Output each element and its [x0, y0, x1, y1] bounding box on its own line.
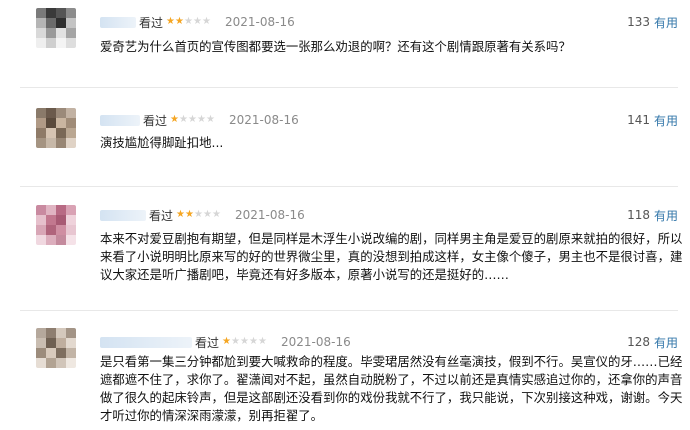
useful-count: 141 — [627, 113, 650, 127]
star-rating: ★ ★ ★ ★ ★ — [170, 115, 215, 125]
review-item: 看过 ★ ★ ★ ★ ★ 2021-08-16 133 有用 爱奇艺为什么首页的宣传图都… — [0, 0, 690, 90]
star-rating: ★ ★ ★ ★ ★ — [166, 17, 211, 27]
useful-count: 118 — [627, 208, 650, 222]
review-date: 2021-08-16 — [281, 335, 351, 349]
review-line: 做了很久的起床铃声，但是这部剧还没看到你的戏份我就不行了，我只能说，下次别接这种… — [100, 390, 683, 405]
star-rating: ★ ★ ★ ★ ★ — [176, 210, 221, 220]
star-filled-icon: ★ — [166, 16, 175, 27]
review-date: 2021-08-16 — [225, 15, 295, 29]
review-item: 看过 ★ ★ ★ ★ ★ 2021-08-16 128 有用 是只看第一集三分钟都尬到要… — [0, 313, 690, 430]
star-empty-icon: ★ — [179, 114, 188, 125]
watch-status: 看过 — [139, 15, 164, 30]
star-empty-icon: ★ — [197, 114, 206, 125]
review-line: 才听过你的情深深雨濛濛，别再拒翟了。 — [100, 408, 324, 423]
avatar[interactable] — [36, 108, 76, 148]
username-redacted[interactable] — [100, 16, 136, 28]
useful-count: 133 — [627, 15, 650, 29]
username-redacted[interactable] — [100, 209, 146, 221]
star-empty-icon: ★ — [231, 336, 240, 347]
watch-status: 看过 — [195, 335, 220, 350]
avatar[interactable] — [36, 328, 76, 368]
star-rating: ★ ★ ★ ★ ★ — [222, 337, 267, 347]
review-line: 爱奇艺为什么首页的宣传图都要选一张那么劝退的啊？还有这个剧情跟原著有关系吗？ — [100, 39, 571, 54]
review-text: 本来不对爱豆剧抱有期望，但是同样是木浮生小说改编的剧，同样男主角是爱豆的剧原来就… — [100, 230, 682, 284]
username-redacted[interactable] — [100, 114, 140, 126]
star-empty-icon: ★ — [240, 336, 249, 347]
useful-button[interactable]: 有用 — [654, 112, 678, 129]
useful-button[interactable]: 有用 — [654, 14, 678, 31]
star-filled-icon: ★ — [170, 114, 179, 125]
review-date: 2021-08-16 — [229, 113, 299, 127]
divider — [20, 87, 678, 88]
review-line: 演技尴尬得脚趾扣地... — [100, 135, 224, 150]
username-redacted[interactable] — [100, 336, 192, 348]
star-empty-icon: ★ — [212, 209, 221, 220]
useful-button[interactable]: 有用 — [654, 334, 678, 351]
divider — [20, 310, 678, 311]
review-date: 2021-08-16 — [235, 208, 305, 222]
star-empty-icon: ★ — [249, 336, 258, 347]
review-line: 是只看第一集三分钟都尬到要大喊救命的程度。毕雯珺居然没有丝毫演技，假到不行。吴宣… — [100, 354, 683, 369]
star-filled-icon: ★ — [175, 16, 184, 27]
star-filled-icon: ★ — [176, 209, 185, 220]
watch-status: 看过 — [143, 113, 168, 128]
review-line: 来看了小说明明比原来写的好的世界微尘里，真的没想到拍成这样，女主像个傻子，男主也… — [100, 249, 683, 264]
star-empty-icon: ★ — [203, 209, 212, 220]
review-text: 演技尴尬得脚趾扣地... — [100, 134, 223, 152]
avatar[interactable] — [36, 8, 76, 48]
star-empty-icon: ★ — [202, 16, 211, 27]
review-line: 遮都遮不住了，求你了。翟潇闻对不起，虽然自动脱粉了，不过以前还是真情实感追过你的… — [100, 372, 683, 387]
star-filled-icon: ★ — [222, 336, 231, 347]
watch-status: 看过 — [149, 208, 174, 223]
useful-count: 128 — [627, 335, 650, 349]
star-empty-icon: ★ — [184, 16, 193, 27]
review-line: 本来不对爱豆剧抱有期望，但是同样是木浮生小说改编的剧，同样男主角是爱豆的剧原来就… — [100, 231, 683, 246]
star-empty-icon: ★ — [258, 336, 267, 347]
review-item: 看过 ★ ★ ★ ★ ★ 2021-08-16 118 有用 本来不对爱豆剧抱有期望，但… — [0, 190, 690, 313]
star-empty-icon: ★ — [194, 209, 203, 220]
star-empty-icon: ★ — [206, 114, 215, 125]
star-empty-icon: ★ — [188, 114, 197, 125]
star-empty-icon: ★ — [193, 16, 202, 27]
review-item: 看过 ★ ★ ★ ★ ★ 2021-08-16 141 有用 演技尴尬得脚趾扣地... — [0, 90, 690, 190]
review-text: 是只看第一集三分钟都尬到要大喊救命的程度。毕雯珺居然没有丝毫演技，假到不行。吴宣… — [100, 353, 682, 425]
avatar[interactable] — [36, 205, 76, 245]
divider — [20, 186, 678, 187]
review-text: 爱奇艺为什么首页的宣传图都要选一张那么劝退的啊？还有这个剧情跟原著有关系吗？ — [100, 38, 571, 56]
review-line: 议大家还是听广播剧吧，毕竟还有好多版本，原著小说写的还是挺好的…… — [100, 267, 509, 282]
star-filled-icon: ★ — [185, 209, 194, 220]
useful-button[interactable]: 有用 — [654, 207, 678, 224]
